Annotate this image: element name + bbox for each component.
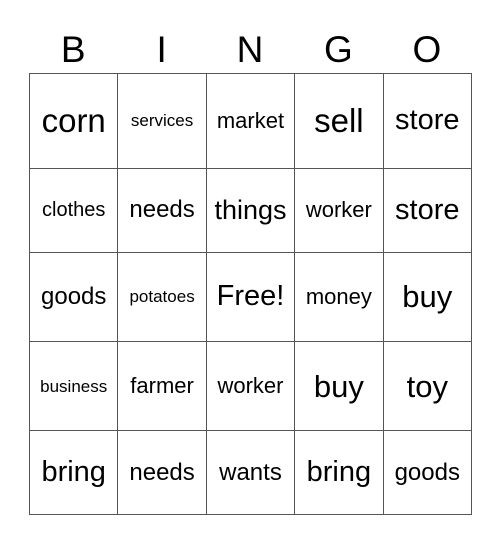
bingo-cell[interactable]: corn <box>28 73 119 169</box>
bingo-cell[interactable]: goods <box>382 430 473 515</box>
header-letter-b: B <box>60 29 86 70</box>
bingo-cell[interactable]: needs <box>117 167 207 253</box>
bingo-cell[interactable]: worker <box>205 340 296 432</box>
bingo-cell[interactable]: bring <box>28 430 119 515</box>
header-letter-g: G <box>324 29 353 70</box>
bingo-cell[interactable]: clothes <box>28 167 119 253</box>
bingo-cell[interactable]: farmer <box>117 340 207 432</box>
bingo-cell[interactable]: potatoes <box>117 251 207 342</box>
bingo-cell[interactable]: sell <box>294 73 384 169</box>
bingo-cell[interactable]: buy <box>382 251 473 342</box>
free-space-cell[interactable]: Free! <box>205 251 296 342</box>
bingo-cell[interactable]: market <box>205 73 296 169</box>
bingo-cell[interactable]: goods <box>28 251 119 342</box>
bingo-cell[interactable]: services <box>117 73 207 169</box>
bingo-cell[interactable]: wants <box>205 430 296 515</box>
bingo-header: B I N G O <box>29 28 471 72</box>
bingo-cell[interactable]: business <box>28 340 119 432</box>
bingo-cell[interactable]: worker <box>294 167 384 253</box>
bingo-cell[interactable]: toy <box>382 340 473 432</box>
header-letter-n: N <box>236 29 264 70</box>
bingo-cell[interactable]: money <box>294 251 384 342</box>
grid-row: business farmer worker buy toy <box>28 340 473 432</box>
grid-row: clothes needs things worker store <box>28 167 473 253</box>
bingo-cell[interactable]: buy <box>294 340 384 432</box>
grid-row: goods potatoes Free! money buy <box>28 251 473 342</box>
bingo-cell[interactable]: needs <box>117 430 207 515</box>
header-letter-o: O <box>412 29 442 70</box>
bingo-grid: corn services market sell store clothes … <box>28 73 473 515</box>
bingo-cell[interactable]: store <box>382 73 473 169</box>
bingo-cell[interactable]: store <box>382 167 473 253</box>
bingo-cell[interactable]: things <box>205 167 296 253</box>
header-letter-i: I <box>156 29 167 70</box>
grid-row: bring needs wants bring goods <box>28 430 473 515</box>
grid-row: corn services market sell store <box>28 73 473 169</box>
bingo-cell[interactable]: bring <box>294 430 384 515</box>
